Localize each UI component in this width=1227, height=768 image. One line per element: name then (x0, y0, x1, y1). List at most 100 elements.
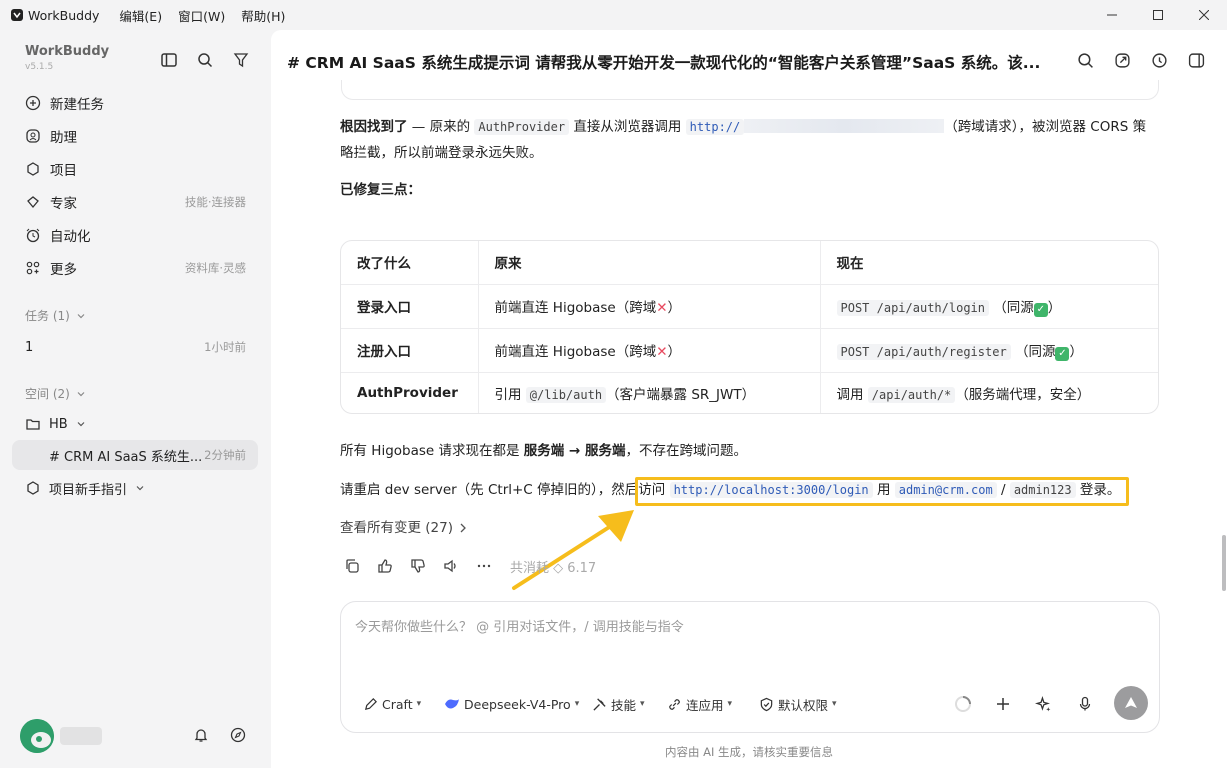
minimize-button[interactable] (1089, 4, 1135, 26)
permission-selector[interactable]: 默认权限 ▾ (759, 692, 837, 716)
read-aloud-button[interactable] (440, 555, 462, 577)
spaces-section-header[interactable]: 空间 (2) (25, 385, 86, 402)
title-bar: WorkBuddy 编辑(E) 窗口(W) 帮助(H) (0, 0, 1227, 30)
fix-table: 改了什么 原来 现在 登录入口 前端直连 Higobase（跨域✕） POST … (340, 240, 1159, 414)
attach-button[interactable] (992, 693, 1014, 715)
nav-project[interactable]: 项目 (12, 154, 258, 184)
guide-item[interactable]: 项目新手指引 (12, 473, 258, 503)
table-cell: 调用 /api/auth/* （服务端代理，安全） (820, 372, 1158, 413)
nav-more-label: 更多 (50, 262, 77, 278)
table-row: 登录入口 前端直连 Higobase（跨域✕） POST /api/auth/l… (341, 284, 1158, 329)
menu-window[interactable]: 窗口(W) (178, 6, 225, 25)
nav-new-task[interactable]: 新建任务 (12, 88, 258, 118)
send-button[interactable] (1114, 686, 1148, 720)
dislike-button[interactable] (407, 555, 429, 577)
endpoint-code: POST /api/auth/login (836, 299, 989, 316)
nav-automation[interactable]: 自动化 (12, 220, 258, 250)
tasks-section-label: 任务 (1) (25, 309, 70, 323)
scrollbar-thumb[interactable] (1222, 535, 1226, 591)
chevron-down-icon: ▾ (574, 699, 580, 709)
model-selector[interactable]: Deepseek-V4-Pro ▾ (444, 692, 579, 716)
loading-spinner-icon (955, 696, 971, 712)
alarm-icon (24, 226, 42, 244)
task-item[interactable]: 1 1小时前 (12, 332, 258, 362)
url-blurred (744, 119, 945, 133)
nav-more-hint: 资料库·灵感 (184, 261, 246, 275)
authprovider-code: AuthProvider (474, 119, 570, 135)
settings-button[interactable] (228, 725, 248, 745)
table-cell: POST /api/auth/login （同源 ✓） (820, 284, 1158, 329)
pen-icon (363, 697, 378, 712)
fixed-heading: 已修复三点： (340, 182, 421, 198)
restart-text-1: 请重启 dev server（先 Ctrl+C 停掉旧的），然后访问 (340, 482, 670, 498)
server-strong-2: 服务端 (585, 443, 626, 459)
compass-icon (230, 727, 246, 743)
sidebar-filter-button[interactable] (231, 50, 251, 70)
skills-label: 技能 (611, 697, 637, 713)
craft-label: Craft (382, 696, 413, 712)
link-icon (667, 697, 682, 712)
header-share-button[interactable] (1112, 50, 1132, 70)
minimize-icon (1107, 14, 1117, 16)
cell-text: 引用 (494, 386, 526, 403)
table-row: AuthProvider 引用 @/lib/auth （客户端暴露 SR_JWT）… (341, 372, 1158, 413)
view-changes-link[interactable]: 查看所有变更 (27) (340, 515, 469, 541)
cell-text: 前端直连 Higobase（跨域 (494, 300, 657, 316)
header-history-button[interactable] (1149, 50, 1169, 70)
maximize-icon (1153, 10, 1163, 20)
server-text-2: ，不存在跨域问题。 (625, 443, 748, 459)
nav-expert[interactable]: 专家 技能·连接器 (12, 187, 258, 217)
header-panel-button[interactable] (1186, 50, 1206, 70)
chevron-down-icon: ▾ (640, 699, 645, 709)
table-cell: 前端直连 Higobase（跨域✕） (478, 284, 821, 329)
table-header-row: 改了什么 原来 现在 (341, 241, 1158, 285)
menu-help[interactable]: 帮助(H) (241, 6, 285, 25)
token-consumption: 共消耗 ◇ 6.17 (510, 560, 597, 576)
tasks-section-header[interactable]: 任务 (1) (25, 307, 86, 324)
nav-assistant[interactable]: 助理 (12, 121, 258, 151)
table-header: 改了什么 (341, 241, 479, 285)
space-folder-hb[interactable]: HB (12, 409, 258, 439)
grid-icon (24, 259, 42, 277)
cell-text: 调用 (836, 386, 868, 403)
table-cell: 登录入口 (341, 284, 479, 329)
apps-selector[interactable]: 连应用 ▾ (667, 692, 732, 716)
nav-expert-hint: 技能·连接器 (184, 195, 246, 209)
enhance-button[interactable] (1032, 693, 1054, 715)
sidebar: WorkBuddy v5.1.5 新建任务 助理 项目 专家 技能·连接器 自动… (0, 30, 270, 768)
chevron-down-icon (77, 313, 85, 318)
menu-edit[interactable]: 编辑(E) (119, 6, 162, 25)
previous-card-edge (341, 80, 1159, 100)
chevron-right-icon (460, 523, 466, 533)
sidebar-brand: WorkBuddy (25, 44, 110, 59)
header-search-button[interactable] (1075, 50, 1095, 70)
copy-button[interactable] (341, 555, 363, 577)
space-item-active[interactable]: # CRM AI SaaS 系统生... 2分钟前 (12, 440, 258, 470)
project-icon (24, 160, 42, 178)
server-text-1: 所有 Higobase 请求现在都是 (340, 443, 524, 459)
table-header: 现在 (820, 241, 1158, 285)
maximize-button[interactable] (1135, 4, 1181, 26)
sidebar-toggle-button[interactable] (159, 50, 179, 70)
app-version: v5.1.5 (25, 62, 54, 72)
skills-selector[interactable]: 技能 ▾ (592, 692, 645, 716)
search-icon (1077, 52, 1093, 68)
more-actions-button[interactable] (473, 555, 495, 577)
like-button[interactable] (374, 555, 396, 577)
endpoint-code: /api/auth/* (867, 386, 956, 403)
nav-more[interactable]: 更多 资料库·灵感 (12, 253, 258, 283)
cross-mark-icon: ✕ (656, 344, 668, 360)
cross-mark-icon: ✕ (656, 300, 668, 316)
craft-selector[interactable]: Craft ▾ (363, 692, 421, 716)
microphone-icon (1079, 696, 1091, 711)
avatar[interactable] (20, 719, 54, 753)
voice-input-button[interactable] (1074, 693, 1096, 715)
composer-input[interactable]: 今天帮你做些什么？ @ 引用对话文件，/ 调用技能与指令 (355, 616, 684, 635)
shield-check-icon (759, 697, 774, 712)
sidebar-search-button[interactable] (195, 50, 215, 70)
chevron-down-icon: ▾ (416, 699, 422, 709)
filter-icon (233, 53, 249, 68)
root-cause-text-3: （跨域请求），被浏览器 CORS 策 (944, 119, 1147, 135)
close-button[interactable] (1181, 4, 1227, 26)
notification-button[interactable] (191, 725, 211, 745)
